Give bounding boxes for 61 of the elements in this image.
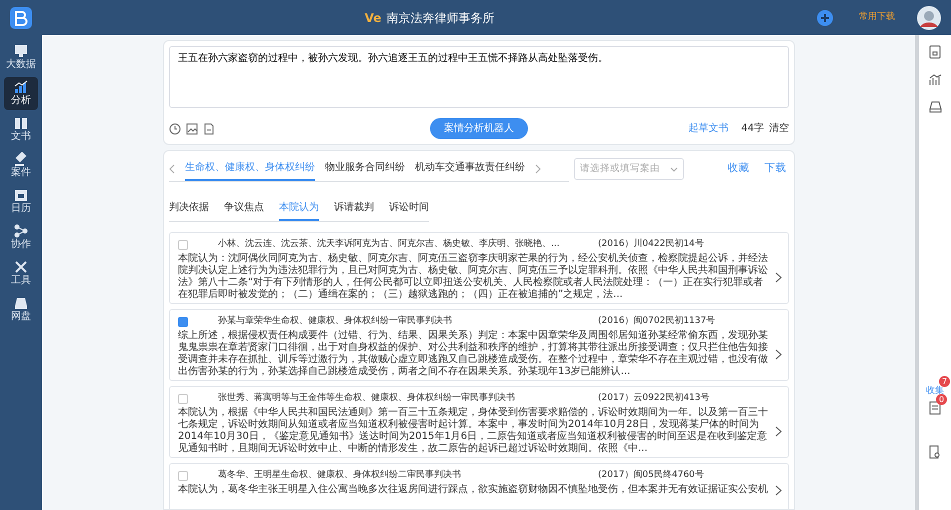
cause-tab[interactable]: 机动车交通事故责任纠纷 [415,156,525,181]
case-title[interactable]: 葛冬华、王明星生命权、健康权、身体权纠纷二审民事判决书 [218,469,598,483]
sidebar-item[interactable]: 大数据 [4,40,38,74]
clock-icon[interactable] [169,122,181,134]
chevron-right-icon[interactable] [775,484,782,496]
section-tab[interactable]: 诉请裁判 [334,196,374,221]
tools-icon [14,260,28,274]
char-count: 44字 [741,122,764,136]
save-icon[interactable] [929,45,941,59]
document-search-icon[interactable] [929,445,941,459]
case-title[interactable]: 小林、沈云连、沈云茶、沈天李诉阿克为古、阿克尔吉、杨史敏、李庆明、张晓艳、... [218,238,598,252]
case-number: (2016）川0422民初14号 [598,238,704,252]
count-badge: 0 [936,394,947,405]
monitor-icon [14,44,28,58]
window-title: 南京法奔律师事务所 [386,10,494,26]
case-checkbox[interactable] [178,240,188,250]
brand-mark: Ve [364,10,382,26]
chart-icon [14,80,28,94]
case-number: (2017）闽05民终4760号 [598,469,704,482]
section-tab[interactable]: 本院认为 [279,196,319,221]
section-tab[interactable]: 争议焦点 [224,196,264,221]
downloads-link[interactable]: 常用下载 [859,10,895,24]
case-number: (2017）云0922民初413号 [598,392,710,406]
favorite-link[interactable]: 收藏 [728,161,750,177]
draft-link[interactable]: 起草文书 [688,121,728,136]
logo-icon [10,6,32,28]
share-icon [14,224,28,238]
sidebar-item[interactable]: 日历 [4,184,38,218]
chevron-right-icon[interactable] [775,272,782,282]
sidebar-item[interactable]: 文书 [4,112,38,146]
caret-icon [670,166,678,172]
clear-link[interactable]: 清空 [769,121,789,136]
cause-tab[interactable]: 物业服务合同纠纷 [325,156,405,181]
sidebar-item[interactable]: 案件 [4,148,38,182]
sidebar-item[interactable]: 工具 [4,256,38,290]
chart-icon[interactable] [928,74,942,86]
section-tab[interactable]: 判决依据 [169,196,209,221]
document-icon[interactable] [203,122,215,134]
image-icon[interactable] [186,122,198,134]
sidebar-item[interactable]: 协作 [4,220,38,254]
drive-icon[interactable] [928,101,942,113]
case-number: (2016）闽0702民初1137号 [598,315,716,328]
calendar-icon [14,188,28,202]
book-icon [14,116,28,130]
case-checkbox[interactable] [178,471,188,481]
case-title[interactable]: 孙某与章荣华生命权、健康权、身体权纠纷一审民事判决书 [218,315,598,329]
case-checkbox[interactable] [178,394,188,404]
collect-link[interactable]: 收集 [926,386,944,396]
query-field[interactable]: 王五在孙六家盗窃的过程中，被孙六发现。孙六追逐王五的过程中王五慌不择路从高处坠落受伤。 [169,46,789,108]
case-title[interactable]: 张世秀、蒋寓明等与王金伟等生命权、健康权、身体权纠纷一审民事判决书 [218,392,598,406]
sidebar-item[interactable]: 分析 [4,76,38,110]
avatar-icon[interactable] [917,6,941,30]
drive-icon [14,296,28,310]
add-icon[interactable] [817,10,833,26]
chevron-right-icon[interactable] [775,348,782,360]
count-badge: 7 [939,376,950,387]
list-icon[interactable] [929,401,941,415]
section-tab[interactable]: 诉讼时间 [389,196,429,221]
sidebar-item[interactable]: 网盘 [4,292,38,326]
chevron-right-icon[interactable] [775,426,782,436]
case-checkbox[interactable] [178,317,188,327]
